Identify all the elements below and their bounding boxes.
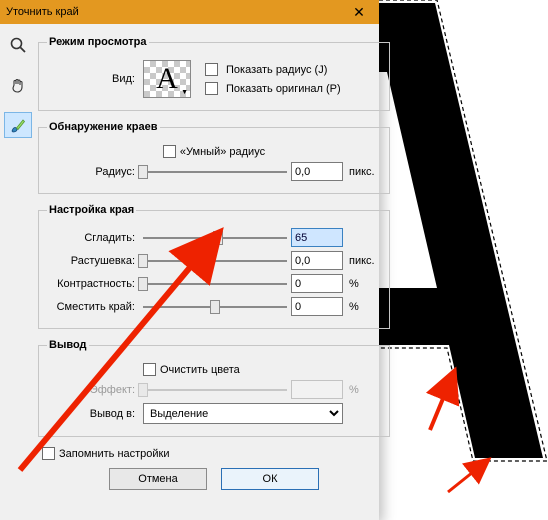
shift-unit: % (347, 301, 381, 313)
show-original-checkbox[interactable] (205, 82, 218, 95)
ok-button[interactable]: ОК (221, 468, 319, 490)
decon-checkbox[interactable] (143, 363, 156, 376)
view-label: Вид: (47, 73, 139, 85)
feather-slider[interactable] (143, 253, 287, 269)
effect-input (291, 380, 343, 399)
show-original-option[interactable]: Показать оригинал (P) (205, 82, 341, 95)
smart-radius-option[interactable]: «Умный» радиус (163, 145, 265, 158)
output-group: Вывод Очистить цвета Эффект: % (38, 339, 390, 437)
zoom-icon (9, 36, 27, 54)
brush-tool[interactable] (4, 112, 32, 138)
contrast-label: Контрастность: (47, 278, 139, 290)
chevron-down-icon: ▼ (181, 89, 188, 96)
effect-slider (143, 382, 287, 398)
smooth-input[interactable] (291, 228, 343, 247)
close-button[interactable]: ✕ (339, 0, 379, 24)
contrast-unit: % (347, 278, 381, 290)
canvas-preview (375, 0, 548, 470)
shift-input[interactable] (291, 297, 343, 316)
view-mode-legend: Режим просмотра (47, 36, 149, 48)
radius-slider[interactable] (143, 164, 287, 180)
effect-unit: % (347, 384, 381, 396)
edge-detect-group: Обнаружение краев «Умный» радиус Радиус:… (38, 121, 390, 194)
smooth-slider[interactable] (143, 230, 287, 246)
feather-unit: пикс. (347, 255, 381, 267)
hand-icon (9, 76, 27, 94)
decon-option[interactable]: Очистить цвета (143, 363, 240, 376)
edge-detect-legend: Обнаружение краев (47, 121, 160, 133)
window-title: Уточнить край (6, 6, 339, 18)
zoom-tool[interactable] (4, 32, 32, 58)
show-radius-checkbox[interactable] (205, 63, 218, 76)
titlebar: Уточнить край ✕ (0, 0, 379, 24)
smooth-label: Сгладить: (47, 232, 139, 244)
feather-label: Растушевка: (47, 255, 139, 267)
remember-checkbox[interactable] (42, 447, 55, 460)
smart-radius-checkbox[interactable] (163, 145, 176, 158)
preview-swatch[interactable]: A ▼ (143, 60, 191, 98)
hand-tool[interactable] (4, 72, 32, 98)
close-icon: ✕ (353, 4, 365, 21)
preview-glyph: A (156, 62, 178, 96)
edge-adjust-group: Настройка края Сгладить: Растушевка: п (38, 204, 390, 329)
contrast-input[interactable] (291, 274, 343, 293)
feather-input[interactable] (291, 251, 343, 270)
radius-unit: пикс. (347, 166, 381, 178)
output-to-select[interactable]: Выделение (143, 403, 343, 424)
view-mode-group: Режим просмотра Вид: A ▼ Показать радиус… (38, 36, 390, 111)
radius-input[interactable] (291, 162, 343, 181)
remember-option[interactable]: Запомнить настройки (42, 447, 170, 460)
brush-icon (9, 116, 27, 134)
edge-adjust-legend: Настройка края (47, 204, 136, 216)
main-panel: Режим просмотра Вид: A ▼ Показать радиус… (36, 24, 400, 520)
output-legend: Вывод (47, 339, 89, 351)
cancel-button[interactable]: Отмена (109, 468, 207, 490)
radius-label: Радиус: (47, 166, 139, 178)
decon-label: Очистить цвета (160, 364, 240, 376)
show-radius-label: Показать радиус (J) (226, 64, 327, 76)
shift-label: Сместить край: (47, 301, 139, 313)
show-radius-option[interactable]: Показать радиус (J) (205, 63, 341, 76)
tool-column (0, 24, 36, 520)
remember-label: Запомнить настройки (59, 448, 170, 460)
smart-radius-label: «Умный» радиус (180, 146, 265, 158)
contrast-slider[interactable] (143, 276, 287, 292)
show-original-label: Показать оригинал (P) (226, 83, 341, 95)
output-to-label: Вывод в: (47, 408, 139, 420)
refine-edge-dialog: Уточнить край ✕ Режим просмотра Вид: (0, 0, 379, 520)
effect-label: Эффект: (47, 384, 139, 396)
shift-slider[interactable] (143, 299, 287, 315)
